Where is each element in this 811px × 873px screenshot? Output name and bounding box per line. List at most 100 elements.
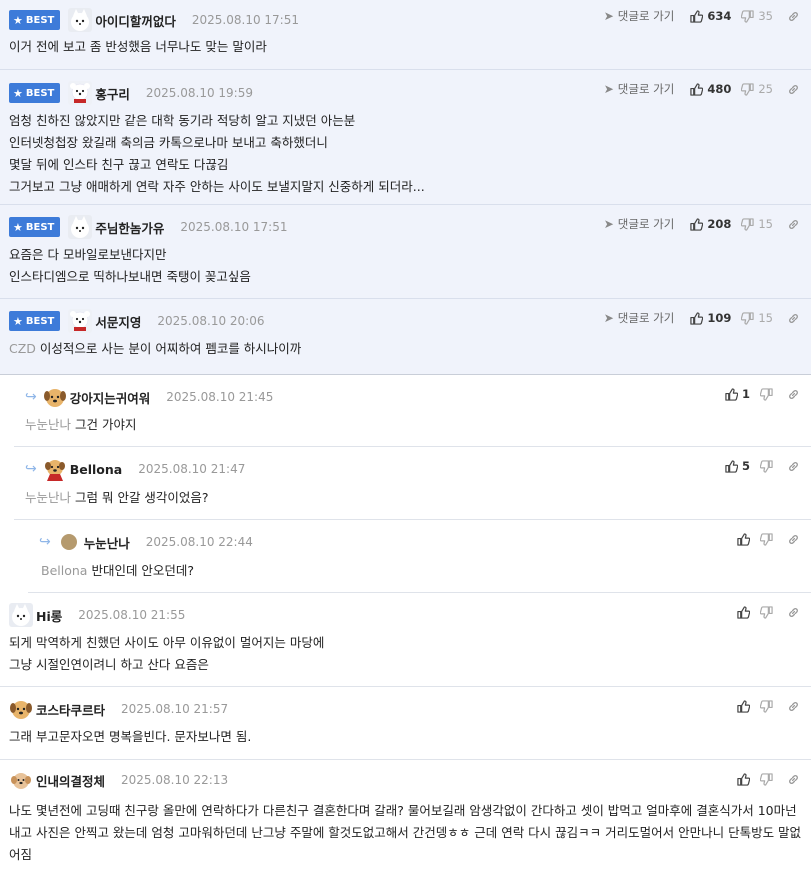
comment-author[interactable]: 강아지는귀여워 <box>70 388 151 407</box>
link-icon <box>789 84 798 94</box>
avatar[interactable] <box>42 457 67 481</box>
reply-arrow-icon: ↪ <box>25 461 37 477</box>
comment-item: ★ BEST 주님한놈가유 2025.08.10 17:51 ➤ 댓글로 가기 20… <box>0 205 811 299</box>
go-to-reply-button[interactable]: ➤ 댓글로 가기 <box>604 8 675 24</box>
thumbs-up-icon <box>690 217 704 231</box>
best-badge: ★ BEST <box>9 311 61 331</box>
like-count: 480 <box>707 82 732 96</box>
avatar[interactable] <box>9 768 33 792</box>
link-button[interactable] <box>787 606 800 619</box>
thumbs-down-icon <box>741 82 755 96</box>
link-icon <box>789 534 798 544</box>
mention-tag[interactable]: 누눈난나 <box>25 417 71 432</box>
dislike-button[interactable] <box>760 387 773 401</box>
comment-item: 코스타쿠르타 2025.08.10 21:57 그래 부고문자오면 명복을빈다.… <box>0 687 811 760</box>
comment-text-line: 엄청 친하진 않았지만 같은 대학 동기라 적당히 알고 지냈던 아는분 <box>9 113 356 128</box>
like-count: 1 <box>741 387 750 401</box>
like-button[interactable]: 109 <box>690 311 731 325</box>
dislike-button[interactable]: 35 <box>741 9 773 23</box>
avatar[interactable] <box>68 81 93 105</box>
dislike-button[interactable] <box>760 772 773 786</box>
thumbs-up-icon <box>725 459 738 473</box>
best-badge: ★ BEST <box>9 217 61 237</box>
comment-author[interactable]: Bellona <box>70 462 123 477</box>
dislike-button[interactable] <box>760 699 773 713</box>
like-button[interactable] <box>737 605 750 619</box>
avatar[interactable] <box>56 530 81 554</box>
comment-item: ★ BEST 홍구리 2025.08.10 19:59 ➤ 댓글로 가기 480 2… <box>0 70 811 205</box>
link-button[interactable] <box>787 83 800 96</box>
thumbs-up-icon <box>690 311 704 325</box>
mention-tag[interactable]: 누눈난나 <box>25 490 71 505</box>
avatar[interactable] <box>42 385 67 409</box>
like-button[interactable]: 1 <box>725 387 750 401</box>
dislike-button[interactable] <box>760 459 773 473</box>
go-to-reply-button[interactable]: ➤ 댓글로 가기 <box>604 310 675 326</box>
mention-tag[interactable]: CZD <box>9 341 36 356</box>
mention-tag[interactable]: Bellona <box>41 563 87 578</box>
avatar[interactable] <box>68 215 93 239</box>
comment-text: 이거 전에 보고 좀 반성했음 너무나도 맞는 말이라 <box>9 39 267 54</box>
link-button[interactable] <box>787 312 800 325</box>
link-button[interactable] <box>787 700 800 713</box>
comment-author[interactable]: 누눈난나 <box>84 533 130 552</box>
comment-text-line: 되게 막역하게 친했던 사이도 아무 이유없이 멀어지는 마당에 <box>9 635 325 650</box>
like-button[interactable]: 208 <box>690 217 731 231</box>
avatar[interactable] <box>9 697 33 721</box>
like-button[interactable] <box>737 772 750 786</box>
comment-text-line: 그거보고 그냥 애매하게 연락 자주 안하는 사이도 보낼지말지 신중하게 되더… <box>9 179 425 194</box>
send-arrow-icon: ➤ <box>603 311 614 325</box>
comment-author[interactable]: 아이디할꺼없다 <box>95 11 176 30</box>
comment-author[interactable]: 코스타쿠르타 <box>36 700 105 719</box>
comment-author[interactable]: 서문지영 <box>95 312 141 331</box>
comment-text: 그래 부고문자오면 명복을빈다. 문자보나면 됨. <box>9 729 252 744</box>
comment-date: 2025.08.10 21:45 <box>166 390 274 404</box>
link-button[interactable] <box>787 460 800 473</box>
thumbs-down-icon <box>760 532 773 546</box>
dislike-button[interactable] <box>760 532 773 546</box>
thumbs-up-icon <box>737 772 750 786</box>
link-button[interactable] <box>787 388 800 401</box>
avatar[interactable] <box>68 309 93 333</box>
link-icon <box>789 701 798 711</box>
avatar[interactable] <box>68 8 93 32</box>
comment-author[interactable]: 인내의결정체 <box>36 771 105 790</box>
send-arrow-icon: ➤ <box>603 9 614 23</box>
thumbs-up-icon <box>690 9 704 23</box>
comment-author[interactable]: 홍구리 <box>95 84 130 103</box>
thumbs-down-icon <box>741 9 755 23</box>
dislike-button[interactable] <box>760 605 773 619</box>
reply-arrow-icon: ↪ <box>39 534 51 550</box>
comment-date: 2025.08.10 22:13 <box>121 773 229 787</box>
star-icon: ★ <box>13 314 23 328</box>
link-button[interactable] <box>787 773 800 786</box>
thumbs-up-icon <box>737 699 750 713</box>
thumbs-down-icon <box>760 699 773 713</box>
like-button[interactable] <box>737 699 750 713</box>
dislike-button[interactable]: 15 <box>741 311 773 325</box>
thumbs-down-icon <box>760 605 773 619</box>
go-to-reply-button[interactable]: ➤ 댓글로 가기 <box>604 216 675 232</box>
like-button[interactable]: 5 <box>725 459 750 473</box>
thumbs-down-icon <box>741 217 755 231</box>
link-button[interactable] <box>787 218 800 231</box>
dislike-button[interactable]: 15 <box>741 217 773 231</box>
thumbs-up-icon <box>725 387 738 401</box>
dislike-button[interactable]: 25 <box>741 82 773 96</box>
comment-date: 2025.08.10 21:47 <box>138 462 246 476</box>
avatar[interactable] <box>9 603 33 627</box>
go-to-reply-button[interactable]: ➤ 댓글로 가기 <box>604 81 675 97</box>
thumbs-up-icon <box>737 532 750 546</box>
link-button[interactable] <box>787 10 800 23</box>
link-button[interactable] <box>787 533 800 546</box>
comment-author[interactable]: 주님한놈가유 <box>95 218 164 237</box>
comment-text: 반대인데 안오던데? <box>91 563 195 578</box>
comment-author[interactable]: Hi롱 <box>36 606 62 625</box>
like-button[interactable] <box>737 532 750 546</box>
link-icon <box>789 219 798 229</box>
like-button[interactable]: 480 <box>690 82 731 96</box>
like-button[interactable]: 634 <box>690 9 731 23</box>
comment-date: 2025.08.10 17:51 <box>180 220 288 234</box>
like-count: 634 <box>707 9 732 23</box>
like-count: 109 <box>707 311 732 325</box>
